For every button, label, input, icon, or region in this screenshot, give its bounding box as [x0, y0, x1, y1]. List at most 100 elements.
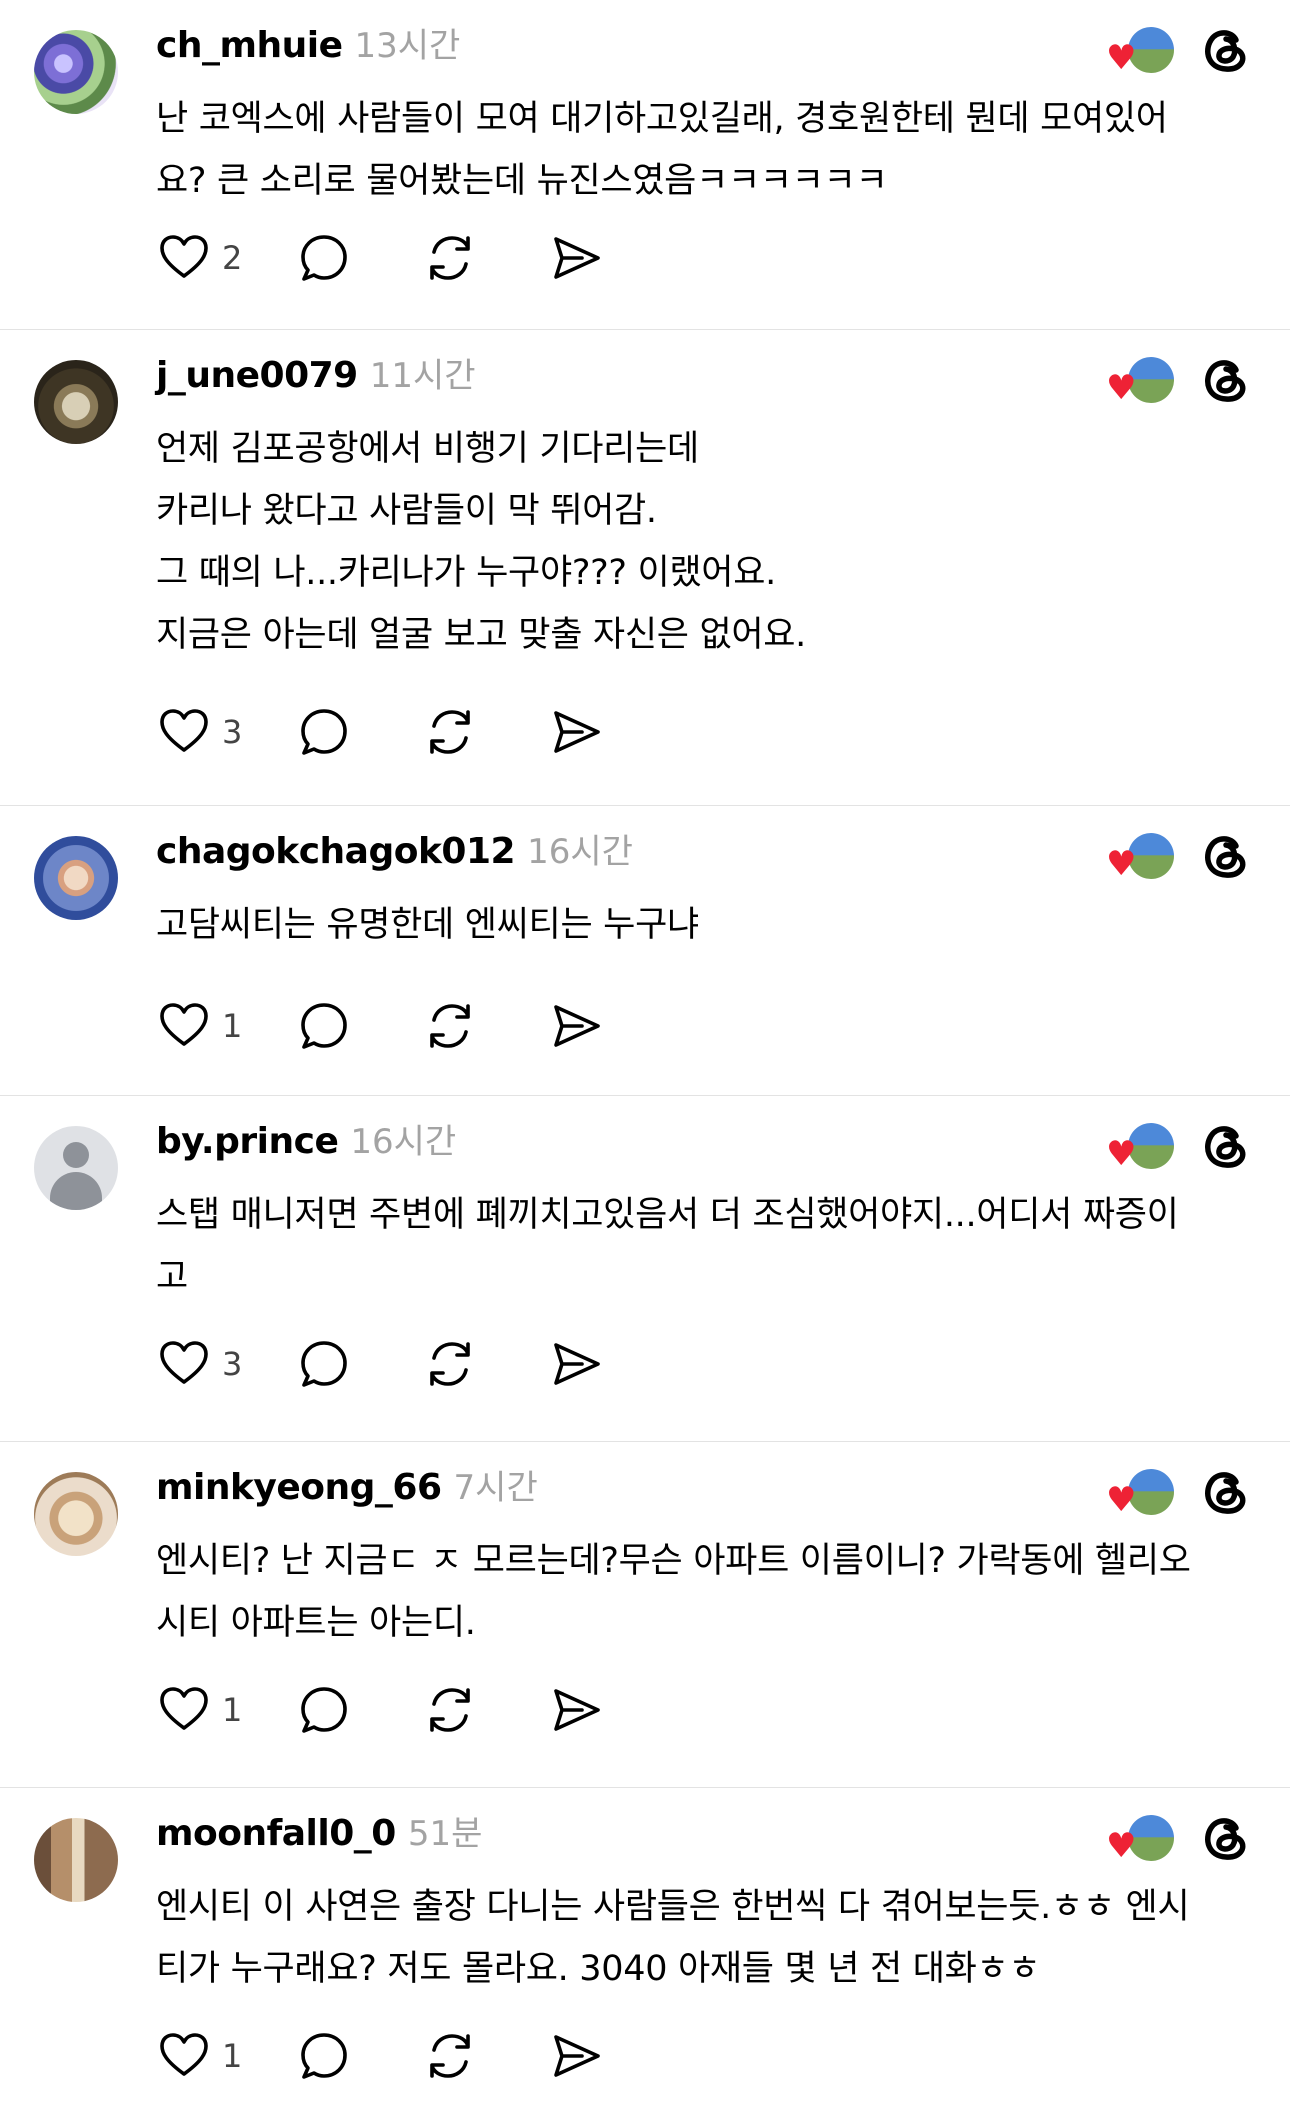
default-person-body	[50, 1172, 102, 1210]
like-count: 1	[222, 1691, 243, 1729]
username[interactable]: by.prince	[156, 1121, 339, 1162]
post-badges: ♥	[1106, 22, 1254, 78]
threads-logo-icon[interactable]	[1198, 828, 1254, 884]
post-actions: 2	[156, 230, 604, 286]
speech-bubble-icon	[301, 1341, 347, 1387]
repost-button[interactable]	[422, 1682, 478, 1738]
author-liked-badge: ♥	[1106, 833, 1174, 881]
heart-outline-icon	[160, 1003, 208, 1046]
timestamp: 16시간	[350, 1122, 457, 1162]
repost-button[interactable]	[422, 998, 478, 1054]
post-actions: 3	[156, 1336, 604, 1392]
like-button[interactable]: 1	[156, 1682, 266, 1738]
username[interactable]: ch_mhuie	[156, 25, 343, 66]
post-text-line: 스탭 매니저면 주변에 폐끼치고있음서 더 조심했어야지...어디서 짜증이	[156, 1195, 1179, 1235]
comment-button[interactable]	[296, 704, 352, 760]
paper-plane-icon	[554, 2035, 600, 2077]
comment-button[interactable]	[296, 1336, 352, 1392]
heart-badge-icon: ♥	[1106, 1134, 1137, 1174]
post-content: 난 코엑스에 사람들이 모여 대기하고있길래, 경호원한테 뭔데 모여있어 요?…	[156, 88, 1236, 212]
like-button[interactable]: 1	[156, 2028, 266, 2084]
author-liked-badge: ♥	[1106, 1469, 1174, 1517]
repost-button[interactable]	[422, 230, 478, 286]
username[interactable]: j_une0079	[156, 355, 358, 396]
share-button[interactable]	[548, 230, 604, 286]
repost-button[interactable]	[422, 2028, 478, 2084]
post-actions: 1	[156, 2028, 604, 2084]
post-text-line: 요? 큰 소리로 물어봤는데 뉴진스였음ㅋㅋㅋㅋㅋㅋ	[156, 161, 888, 201]
timestamp: 13시간	[354, 26, 461, 66]
avatar[interactable]	[34, 1472, 118, 1556]
avatar[interactable]	[34, 1126, 118, 1210]
paper-plane-icon	[554, 237, 600, 279]
post-text-line: 지금은 아는데 얼굴 보고 맞출 자신은 없어요.	[156, 615, 806, 655]
comment-button[interactable]	[296, 998, 352, 1054]
avatar[interactable]	[34, 30, 118, 114]
share-button[interactable]	[548, 704, 604, 760]
heart-badge-icon: ♥	[1106, 1480, 1137, 1520]
heart-badge-icon: ♥	[1106, 844, 1137, 884]
post-content: 엔시티 이 사연은 출장 다니는 사람들은 한번씩 다 겪어보는듯.ㅎㅎ 엔시 …	[156, 1876, 1236, 2000]
post-content: 엔시티? 난 지금ㄷ ㅈ 모르는데?무슨 아파트 이름이니? 가락동에 헬리오 …	[156, 1530, 1236, 1654]
heart-badge-icon: ♥	[1106, 368, 1137, 408]
timestamp: 51분	[407, 1814, 483, 1854]
username[interactable]: minkyeong_66	[156, 1467, 442, 1508]
reply-feed: ch_mhuie 13시간 ♥ 난 코엑스에 사람들이 모여 대기하고있길래, …	[0, 0, 1290, 2126]
like-button[interactable]: 3	[156, 1336, 266, 1392]
repost-arrows-icon	[430, 1688, 470, 1732]
post-actions: 1	[156, 998, 604, 1054]
post-badges: ♥	[1106, 352, 1254, 408]
avatar[interactable]	[34, 360, 118, 444]
post-header: moonfall0_0 51분	[156, 1806, 482, 1860]
share-button[interactable]	[548, 998, 604, 1054]
post-text-line: 카리나 왔다고 사람들이 막 뛰어감.	[156, 491, 657, 531]
speech-bubble-icon	[301, 709, 347, 755]
share-button[interactable]	[548, 2028, 604, 2084]
threads-logo-icon[interactable]	[1198, 1810, 1254, 1866]
like-button[interactable]: 3	[156, 704, 266, 760]
post-header: minkyeong_66 7시간	[156, 1460, 538, 1514]
paper-plane-icon	[554, 1689, 600, 1731]
speech-bubble-icon	[301, 2033, 347, 2079]
reply-post: moonfall0_0 51분 ♥ 엔시티 이 사연은 출장 다니는 사람들은 …	[0, 1788, 1290, 2126]
share-button[interactable]	[548, 1336, 604, 1392]
post-text-line: 티가 누구래요? 저도 몰라요. 3040 아재들 몇 년 전 대화ㅎㅎ	[156, 1949, 1041, 1989]
speech-bubble-icon	[301, 235, 347, 281]
repost-button[interactable]	[422, 704, 478, 760]
reply-post: ch_mhuie 13시간 ♥ 난 코엑스에 사람들이 모여 대기하고있길래, …	[0, 0, 1290, 330]
threads-logo-icon[interactable]	[1198, 1464, 1254, 1520]
repost-button[interactable]	[422, 1336, 478, 1392]
heart-badge-icon: ♥	[1106, 1826, 1137, 1866]
paper-plane-icon	[554, 1343, 600, 1385]
post-text-line: 그 때의 나...카리나가 누구야??? 이랬어요.	[156, 553, 776, 593]
author-liked-badge: ♥	[1106, 27, 1174, 75]
username[interactable]: chagokchagok012	[156, 831, 516, 872]
threads-logo-icon[interactable]	[1198, 22, 1254, 78]
heart-outline-icon	[160, 2033, 208, 2076]
comment-button[interactable]	[296, 1682, 352, 1738]
like-button[interactable]: 1	[156, 998, 266, 1054]
post-actions: 1	[156, 1682, 604, 1738]
paper-plane-icon	[554, 1005, 600, 1047]
threads-logo-icon[interactable]	[1198, 352, 1254, 408]
post-badges: ♥	[1106, 828, 1254, 884]
like-count: 3	[222, 713, 243, 751]
heart-outline-icon	[160, 1687, 208, 1730]
author-liked-badge: ♥	[1106, 1815, 1174, 1863]
speech-bubble-icon	[301, 1003, 347, 1049]
username[interactable]: moonfall0_0	[156, 1813, 396, 1854]
like-button[interactable]: 2	[156, 230, 266, 286]
comment-button[interactable]	[296, 230, 352, 286]
heart-outline-icon	[160, 1341, 208, 1384]
post-text-line: 엔시티 이 사연은 출장 다니는 사람들은 한번씩 다 겪어보는듯.ㅎㅎ 엔시	[156, 1887, 1190, 1927]
reply-post: j_une0079 11시간 ♥ 언제 김포공항에서 비행기 기다리는데 카리나…	[0, 330, 1290, 806]
avatar[interactable]	[34, 836, 118, 920]
heart-badge-icon: ♥	[1106, 38, 1137, 78]
like-count: 1	[222, 2037, 243, 2075]
threads-logo-icon[interactable]	[1198, 1118, 1254, 1174]
post-text-line: 고	[156, 1257, 188, 1297]
timestamp: 11시간	[369, 356, 476, 396]
share-button[interactable]	[548, 1682, 604, 1738]
comment-button[interactable]	[296, 2028, 352, 2084]
avatar[interactable]	[34, 1818, 118, 1902]
